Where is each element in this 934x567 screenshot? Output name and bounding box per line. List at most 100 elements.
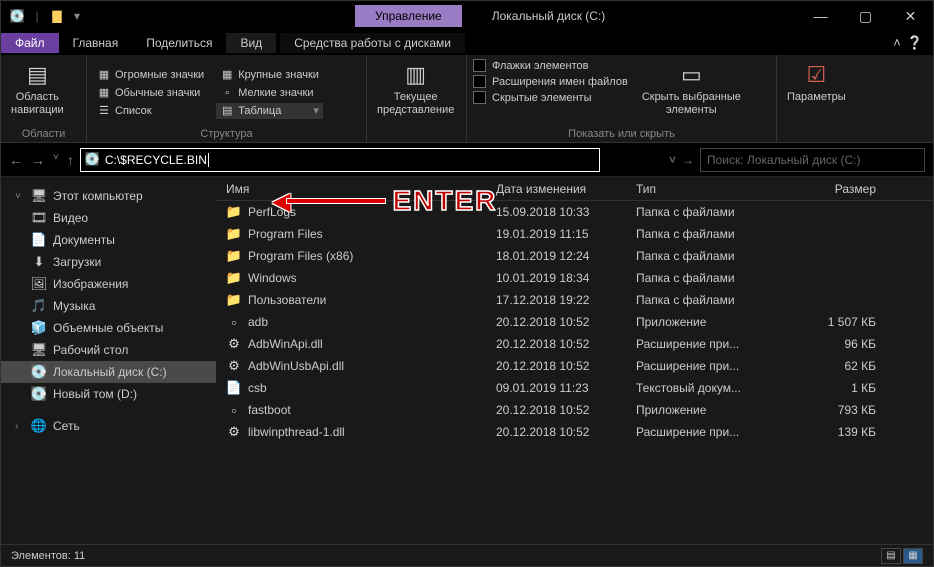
view-large-icon[interactable]: ▦ [903,548,923,564]
file-name: Пользователи [248,293,326,307]
file-row[interactable]: 📁Program Files (x86)18.01.2019 12:24Папк… [216,245,933,267]
tree-item-icon: 💽 [31,386,47,402]
tree-item[interactable]: 🧊Объемные объекты [1,317,216,339]
window-title: Локальный диск (C:) [492,9,606,23]
tab-drive-tools[interactable]: Средства работы с дисками [280,33,465,53]
file-row[interactable]: ⚙libwinpthread-1.dll20.12.2018 10:52Расш… [216,421,933,443]
checkbox-filename-extensions[interactable]: Расширения имен файлов [473,75,628,88]
file-size: 1 КБ [796,381,896,395]
search-input[interactable]: Поиск: Локальный диск (C:) [700,148,925,172]
help-icon[interactable]: ❔ [907,35,923,51]
view-details-icon[interactable]: ▤ [881,548,901,564]
tree-item-icon: 🎞 [31,210,47,226]
maximize-button[interactable]: ▢ [843,1,888,31]
folder-icon: 📁 [226,270,242,286]
tree-item[interactable]: ⬇Загрузки [1,251,216,273]
column-size[interactable]: Размер [796,182,896,196]
layout-details[interactable]: ▤Таблица▾ [216,103,323,119]
tree-item-icon: 🖥 [31,342,47,358]
ribbon-collapse-icon[interactable]: ˄ [893,35,901,51]
close-button[interactable]: ✕ [888,1,933,31]
file-icon: ⚙ [226,424,242,440]
tree-item[interactable]: 🖥Рабочий стол [1,339,216,361]
up-button[interactable]: ↑ [67,152,74,168]
file-row[interactable]: 📁Пользователи17.12.2018 19:22Папка с фай… [216,289,933,311]
tree-network[interactable]: ›🌐Сеть [1,415,216,437]
column-date[interactable]: Дата изменения [496,182,636,196]
tree-item[interactable]: 🎵Музыка [1,295,216,317]
tree-item-icon: 📄 [31,232,47,248]
tab-view[interactable]: Вид [226,33,276,53]
tree-item-label: Загрузки [53,255,101,269]
tree-item-label: Локальный диск (C:) [53,365,167,379]
file-icon: ▫ [226,314,242,330]
drive-icon: 💽 [85,152,101,168]
go-button[interactable]: → [682,153,694,167]
options-button[interactable]: ☑Параметры [783,59,850,106]
tab-home[interactable]: Главная [59,33,133,53]
minimize-button[interactable]: — [798,1,843,31]
file-type: Папка с файлами [636,227,796,241]
file-type: Папка с файлами [636,293,796,307]
window-controls: — ▢ ✕ [798,1,933,31]
search-placeholder: Поиск: Локальный диск (C:) [707,153,860,167]
file-type: Приложение [636,315,796,329]
explorer-window: 💽 | ▇ ▾ Управление Локальный диск (C:) —… [0,0,934,567]
folder-icon: 📁 [226,248,242,264]
qat-dropdown-icon[interactable]: ▾ [69,8,85,24]
file-type: Папка с файлами [636,249,796,263]
file-row[interactable]: ⚙AdbWinUsbApi.dll20.12.2018 10:52Расшире… [216,355,933,377]
file-type: Расширение при... [636,425,796,439]
layout-medium-icons[interactable]: ▦Обычные значки [93,85,208,101]
tab-file[interactable]: Файл [1,33,59,53]
ribbon-tabs: Файл Главная Поделиться Вид Средства раб… [1,31,933,55]
column-type[interactable]: Тип [636,182,796,196]
file-type: Расширение при... [636,359,796,373]
navigation-pane-button[interactable]: ▤Область навигации [7,59,68,119]
address-bar[interactable]: 💽 C:\$RECYCLE.BIN [80,148,600,172]
file-icon: ⚙ [226,358,242,374]
tree-item[interactable]: 🎞Видео [1,207,216,229]
tree-this-pc[interactable]: ˅🖥Этот компьютер [1,185,216,207]
file-type: Расширение при... [636,337,796,351]
current-view-button[interactable]: ▥Текущее представление [373,59,458,119]
file-row[interactable]: ▫fastboot20.12.2018 10:52Приложение793 К… [216,399,933,421]
group-label-current [373,138,460,140]
layout-huge-icons[interactable]: ▦Огромные значки [93,67,208,83]
layout-small-icons[interactable]: ▫Мелкие значки [216,85,323,101]
layout-large-icons[interactable]: ▦Крупные значки [216,67,323,83]
tree-item[interactable]: 📄Документы [1,229,216,251]
checkbox-item-checkboxes[interactable]: Флажки элементов [473,59,628,72]
file-row[interactable]: ▫adb20.12.2018 10:52Приложение1 507 КБ [216,311,933,333]
file-size: 793 КБ [796,403,896,417]
tab-share[interactable]: Поделиться [132,33,226,53]
tree-item[interactable]: 🖼Изображения [1,273,216,295]
file-row[interactable]: 📄csb09.01.2019 11:23Текстовый докум...1 … [216,377,933,399]
file-name: Program Files [248,227,323,241]
file-row[interactable]: ⚙AdbWinApi.dll20.12.2018 10:52Расширение… [216,333,933,355]
file-size: 62 КБ [796,359,896,373]
column-name[interactable]: Имя [226,182,496,196]
layout-list[interactable]: ☰Список [93,103,208,119]
tree-item-icon: 💽 [31,364,47,380]
file-row[interactable]: 📁Program Files19.01.2019 11:15Папка с фа… [216,223,933,245]
context-tab-manage[interactable]: Управление [355,5,462,27]
file-row[interactable]: 📁Windows10.01.2019 18:34Папка с файлами [216,267,933,289]
tree-item[interactable]: 💽 Новый том (D:) [1,383,216,405]
file-name: csb [248,381,267,395]
history-dropdown-icon[interactable]: ˅ [53,152,59,168]
file-date: 18.01.2019 12:24 [496,249,636,263]
forward-button[interactable]: → [31,152,45,168]
file-icon: ⚙ [226,336,242,352]
file-date: 20.12.2018 10:52 [496,337,636,351]
back-button[interactable]: ← [9,152,23,168]
file-type: Папка с файлами [636,205,796,219]
address-dropdown-icon[interactable]: ˅ [669,153,676,167]
file-list-pane: Имя Дата изменения Тип Размер 📁PerfLogs1… [216,177,933,544]
file-row[interactable]: 📁PerfLogs15.09.2018 10:33Папка с файлами [216,201,933,223]
tree-item-label: Новый том (D:) [53,387,137,401]
hide-selected-button[interactable]: ▭Скрыть выбранные элементы [638,59,745,119]
tree-item[interactable]: 💽 Локальный диск (C:) [1,361,216,383]
quick-access-toolbar: 💽 | ▇ ▾ [1,8,85,24]
checkbox-hidden-items[interactable]: Скрытые элементы [473,91,628,104]
